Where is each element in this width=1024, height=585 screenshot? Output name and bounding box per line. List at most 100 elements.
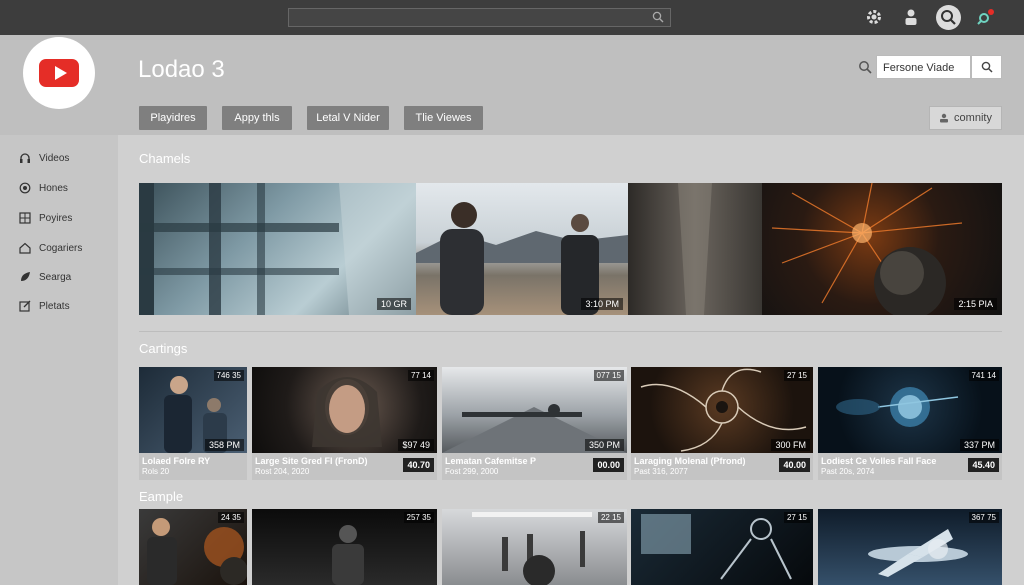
video-duration: 337 PM bbox=[959, 439, 999, 451]
video-meta: Past 20s, 2074 bbox=[821, 467, 875, 476]
sidebar-item-label: Hones bbox=[39, 182, 68, 194]
tab-playlists[interactable]: Playidres bbox=[139, 106, 207, 130]
grid-icon bbox=[18, 212, 31, 225]
sidebar-item-poyires[interactable]: Poyires bbox=[18, 210, 72, 226]
video-info: Large Site Gred FI (FronD) Rost 204, 202… bbox=[252, 453, 437, 480]
section-divider bbox=[139, 331, 1002, 332]
channel-search-button[interactable] bbox=[971, 55, 1002, 79]
video-card[interactable]: 257 35 bbox=[252, 509, 437, 585]
video-duration: 350 PM bbox=[584, 439, 624, 451]
video-badge: 746 35 bbox=[213, 370, 244, 381]
section-title-channels: Chamels bbox=[139, 151, 191, 166]
search-icon bbox=[941, 10, 956, 25]
headphones-icon bbox=[18, 152, 31, 165]
user-icon[interactable] bbox=[900, 6, 922, 28]
video-badge: 77 14 bbox=[407, 370, 434, 381]
video-price: 40.70 bbox=[403, 458, 434, 472]
sidebar-item-label: Videos bbox=[39, 152, 70, 164]
video-title[interactable]: Laraging Molenal (Pfrond) bbox=[634, 456, 746, 466]
youtube-logo-icon bbox=[39, 59, 79, 87]
video-badge: 077 15 bbox=[593, 370, 624, 381]
sidebar-item-hones[interactable]: Hones bbox=[18, 180, 68, 196]
video-duration: 3:10 PM bbox=[581, 298, 623, 310]
video-meta: Past 316, 2077 bbox=[634, 467, 688, 476]
community-icon bbox=[940, 113, 949, 123]
video-card[interactable]: 22 15 bbox=[442, 509, 627, 585]
video-meta: Rost 204, 2020 bbox=[255, 467, 310, 476]
channel-avatar[interactable] bbox=[23, 37, 95, 109]
sidebar-item-videos[interactable]: Videos bbox=[18, 150, 69, 166]
sidebar-item-pletats[interactable]: Pletats bbox=[18, 298, 70, 314]
video-badge: 22 15 bbox=[597, 512, 624, 523]
video-price: 00.00 bbox=[593, 458, 624, 472]
channel-banner-1[interactable]: 10 GR bbox=[139, 183, 416, 315]
sidebar bbox=[0, 135, 118, 585]
video-badge: 27 15 bbox=[783, 512, 810, 523]
video-duration: 300 FM bbox=[771, 439, 810, 451]
community-label: comnity bbox=[954, 112, 992, 124]
channel-banner-4[interactable]: 2:15 PIA bbox=[762, 183, 1002, 315]
video-card[interactable]: 27 15 300 FM Laraging Molenal (Pfrond) P… bbox=[631, 367, 813, 480]
video-badge: 741 14 bbox=[968, 370, 999, 381]
video-badge: 27 15 bbox=[783, 370, 810, 381]
video-card[interactable]: 741 14 337 PM Lodiest Ce Volles Fall Fac… bbox=[818, 367, 1002, 480]
search-icon[interactable] bbox=[858, 60, 872, 74]
video-duration: 358 PM bbox=[204, 439, 244, 451]
video-duration: 10 GR bbox=[376, 298, 411, 310]
video-price: 45.40 bbox=[968, 458, 999, 472]
sidebar-item-cogariers[interactable]: Cogariers bbox=[18, 240, 82, 256]
tab-apply-this[interactable]: Appy thls bbox=[222, 106, 292, 130]
tab-the-views[interactable]: Tlie Viewes bbox=[404, 106, 483, 130]
explosion-sphere-image bbox=[771, 183, 963, 315]
video-card[interactable]: 367 75 bbox=[818, 509, 1002, 585]
video-info: Laraging Molenal (Pfrond) Past 316, 2077… bbox=[631, 453, 813, 480]
sidebar-item-label: Cogariers bbox=[39, 242, 83, 254]
sidebar-item-searga[interactable]: Searga bbox=[18, 269, 71, 285]
video-info: Lematan Cafemitse P Fost 299, 2000 00.00 bbox=[442, 453, 627, 480]
leaf-icon bbox=[18, 271, 31, 284]
home-icon bbox=[18, 242, 31, 255]
video-info: Lolaed Folre RY Rols 20 bbox=[139, 453, 247, 480]
search-icon bbox=[981, 61, 993, 73]
video-badge: 367 75 bbox=[968, 512, 999, 523]
sidebar-item-label: Pletats bbox=[39, 300, 70, 312]
video-duration: $97 49 bbox=[398, 439, 434, 451]
sidebar-item-label: Poyires bbox=[39, 212, 73, 224]
corridor-image bbox=[678, 183, 712, 315]
video-card[interactable]: 77 14 $97 49 Large Site Gred FI (FronD) … bbox=[252, 367, 437, 480]
video-duration: 2:15 PIA bbox=[954, 298, 997, 310]
video-card[interactable]: 746 35 358 PM Lolaed Folre RY Rols 20 bbox=[139, 367, 247, 480]
tab-letal-v-nider[interactable]: Letal V Nider bbox=[307, 106, 389, 130]
video-info: Lodiest Ce Volles Fall Face Past 20s, 20… bbox=[818, 453, 1002, 480]
sidebar-item-label: Searga bbox=[39, 271, 72, 283]
channel-banner-3[interactable] bbox=[628, 183, 762, 315]
channel-title: Lodao 3 bbox=[138, 56, 225, 83]
community-button[interactable]: comnity bbox=[929, 106, 1002, 130]
video-price: 40.00 bbox=[779, 458, 810, 472]
video-card[interactable]: 077 15 350 PM Lematan Cafemitse P Fost 2… bbox=[442, 367, 627, 480]
global-search-input[interactable] bbox=[288, 8, 671, 27]
video-title[interactable]: Lematan Cafemitse P bbox=[445, 456, 536, 466]
section-title-example: Eample bbox=[139, 489, 184, 504]
channel-search-input[interactable]: Fersone Viade bbox=[876, 55, 971, 79]
channel-banner-2[interactable]: 3:10 PM bbox=[416, 183, 628, 315]
section-title-castings: Cartings bbox=[139, 341, 188, 356]
video-card[interactable]: 27 15 bbox=[631, 509, 813, 585]
window-shadow-image bbox=[139, 183, 416, 315]
video-title[interactable]: Lodiest Ce Volles Fall Face bbox=[821, 456, 936, 466]
radio-icon bbox=[18, 182, 31, 195]
video-badge: 24 35 bbox=[217, 512, 244, 523]
video-title[interactable]: Large Site Gred FI (FronD) bbox=[255, 456, 368, 466]
video-card[interactable]: 24 35 bbox=[139, 509, 247, 585]
search-icon[interactable] bbox=[652, 11, 664, 23]
search-circle-button[interactable] bbox=[936, 5, 961, 30]
settings-icon[interactable] bbox=[863, 6, 885, 28]
edit-icon bbox=[18, 300, 31, 313]
top-bar bbox=[0, 0, 1024, 35]
notification-icon[interactable] bbox=[975, 6, 997, 28]
people-outdoor-image bbox=[416, 202, 628, 315]
video-badge: 257 35 bbox=[403, 512, 434, 523]
video-title[interactable]: Lolaed Folre RY bbox=[142, 456, 210, 466]
video-meta: Rols 20 bbox=[142, 467, 170, 476]
video-meta: Fost 299, 2000 bbox=[445, 467, 499, 476]
